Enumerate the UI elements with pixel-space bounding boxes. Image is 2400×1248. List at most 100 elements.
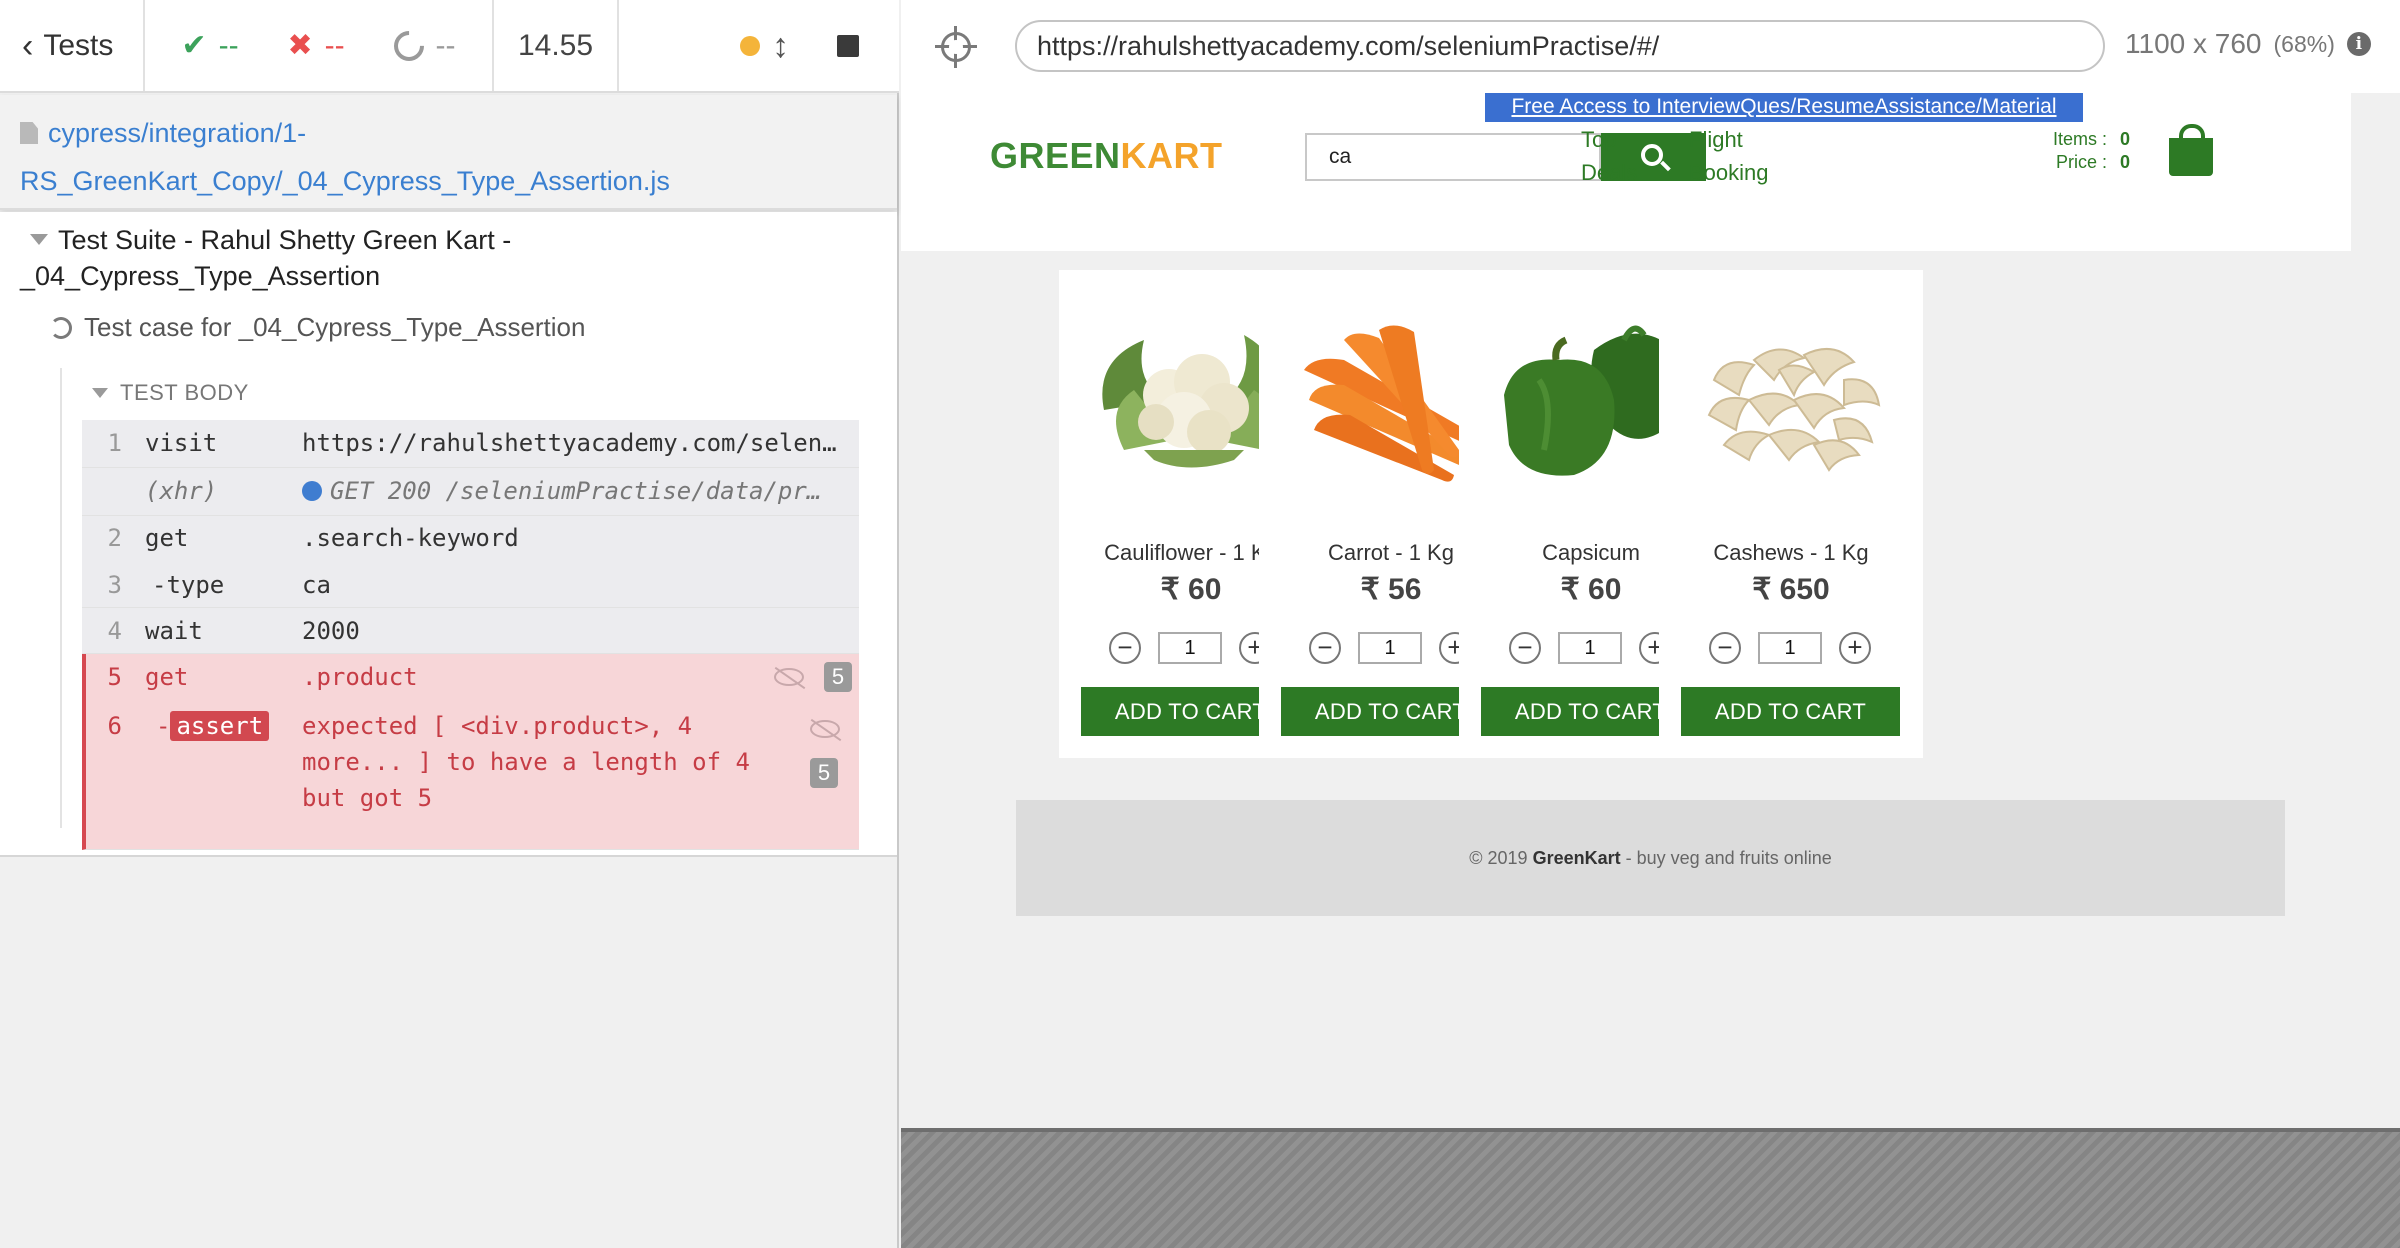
quantity-input[interactable]: 1 (1158, 632, 1222, 664)
command-number: 5 (107, 663, 122, 691)
nav-flight-line2: Booking (1689, 160, 1769, 185)
nav-top-deals-line2: Deals (1581, 160, 1638, 185)
command-prefix: - (156, 712, 171, 740)
viewport-scale: (68%) (2273, 30, 2335, 57)
running-indicator-icon (740, 35, 760, 56)
eye-slash-icon (774, 668, 804, 686)
quantity-input[interactable]: 1 (1758, 632, 1822, 664)
cashews-image (1707, 347, 1881, 472)
cart-items-label: Items (2053, 129, 2098, 149)
test-stats: ✔ -- ✖ -- -- (145, 0, 494, 91)
spec-path-line2[interactable]: RS_GreenKart_Copy/_04_Cypress_Type_Asser… (20, 157, 877, 205)
site-header: Free Access to InterviewQues/ResumeAssis… (901, 93, 2351, 251)
chevron-left-icon: ‹ (22, 26, 34, 65)
command-row-failed[interactable]: 6 - assert expected [ <div.product>, 4 mo… (82, 700, 859, 850)
product-price: ₹ 650 (1752, 573, 1830, 606)
decrement-button[interactable]: − (1709, 632, 1741, 664)
element-count-badge: 5 (824, 662, 852, 692)
footer-brand: GreenKart (1532, 848, 1621, 868)
promo-link[interactable]: Free Access to InterviewQues/ResumeAssis… (1485, 93, 2083, 122)
add-to-cart-button[interactable]: ADD TO CART (1681, 687, 1900, 736)
nav-top-deals[interactable]: Top Deals (1581, 123, 1637, 189)
cart-bag-icon[interactable] (2169, 124, 2213, 176)
suite-title[interactable]: Test Suite - Rahul Shetty Green Kart - _… (20, 222, 580, 294)
quantity-input[interactable]: 1 (1558, 632, 1622, 664)
runner-toolbar: ‹ Tests ✔ -- ✖ -- -- 14.55 ↕ (0, 0, 899, 93)
nav-flight-booking[interactable]: Flight Booking (1689, 123, 1769, 189)
stop-button[interactable] (837, 34, 859, 57)
pending-count: -- (435, 28, 456, 62)
command-row-failed[interactable]: 5 get .product 5 (82, 654, 859, 700)
command-row[interactable]: 1 visit https://rahulshettyacademy.com/s… (82, 420, 859, 468)
tests-label: Tests (43, 28, 114, 62)
cypress-runner: ‹ Tests ✔ -- ✖ -- -- 14.55 ↕ cypress/integ… (0, 0, 899, 1248)
command-number: 1 (107, 429, 122, 457)
passed-stat: ✔ -- (181, 28, 238, 63)
failed-stat: ✖ -- (288, 28, 345, 63)
viewport-size: 1100 x 760 (2125, 28, 2262, 59)
nav-flight-line1: Flight (1689, 127, 1743, 152)
increment-button[interactable]: + (1839, 632, 1871, 664)
pending-icon (387, 24, 430, 67)
command-list: 1 visit https://rahulshettyacademy.com/s… (82, 420, 859, 850)
search-input[interactable]: ca (1305, 133, 1601, 181)
url-bar[interactable]: https://rahulshettyacademy.com/seleniumP… (1015, 20, 2105, 72)
product-card: Cashews - 1 Kg ₹ 650 − 1 + ADD TO CART (1659, 270, 1923, 758)
nav-top-deals-line1: Top (1581, 127, 1617, 152)
test-title[interactable]: Test case for _04_Cypress_Type_Assertion (50, 312, 585, 343)
xhr-status-icon (302, 481, 322, 501)
pending-stat: -- (387, 24, 456, 67)
runner-controls: ↕ (619, 0, 899, 91)
tests-back-button[interactable]: ‹ Tests (0, 0, 145, 91)
failed-count: -- (324, 28, 345, 62)
aut-header: https://rahulshettyacademy.com/seleniumP… (901, 0, 2400, 93)
test-body-header[interactable]: TEST BODY (92, 380, 249, 406)
cart-price-label: Price (2056, 152, 2098, 172)
footer-tagline: - buy veg and fruits online (1620, 848, 1832, 868)
footer-copyright: © 2019 (1469, 848, 1533, 868)
auto-scroll-icon[interactable]: ↕ (772, 29, 789, 63)
caret-down-icon (92, 388, 108, 398)
assertion-message: expected [ <div.product>, 4 more... ] to… (302, 712, 750, 812)
command-name: -type (152, 571, 225, 599)
logo-green-text: GREEN (990, 135, 1121, 176)
command-message: .product (302, 663, 418, 691)
body-divider (60, 368, 62, 828)
command-row[interactable]: 2 get .search-keyword (82, 516, 859, 562)
command-message: https://rahulshettyacademy.com/selen… (302, 429, 837, 457)
decrement-button[interactable]: − (1109, 632, 1141, 664)
decrement-button[interactable]: − (1309, 632, 1341, 664)
x-icon: ✖ (287, 29, 313, 62)
greenkart-logo[interactable]: GREENKART (990, 135, 1223, 177)
command-number: 4 (107, 617, 122, 645)
spec-file-path[interactable]: cypress/integration/1- RS_GreenKart_Copy… (0, 95, 897, 210)
viewport-info: 1100 x 760 (68%) i (2125, 28, 2371, 60)
command-row[interactable]: 3 -type ca (82, 562, 859, 608)
running-spinner-icon (50, 316, 72, 339)
quantity-input[interactable]: 1 (1358, 632, 1422, 664)
command-message: .search-keyword (302, 524, 519, 552)
command-name: get (145, 663, 189, 691)
selector-playground-icon[interactable] (935, 26, 977, 68)
site-footer: © 2019 GreenKart - buy veg and fruits on… (1016, 800, 2285, 916)
cart-items-value: 0 (2120, 129, 2131, 149)
command-name: wait (145, 617, 203, 645)
duration: 14.55 (494, 0, 619, 91)
logo-orange-text: KART (1120, 135, 1223, 176)
aut-background-area (901, 1128, 2400, 1248)
eye-slash-icon (810, 720, 840, 738)
element-count-badge: 5 (810, 758, 838, 788)
spec-path-line1[interactable]: cypress/integration/1- (48, 118, 306, 148)
search-icon (1640, 144, 1663, 166)
command-message: ca (302, 571, 331, 599)
caret-down-icon (30, 234, 48, 245)
check-icon: ✔ (181, 29, 207, 62)
decrement-button[interactable]: − (1509, 632, 1541, 664)
cart-price-value: 0 (2120, 152, 2131, 172)
info-icon[interactable]: i (2346, 32, 2371, 56)
xhr-message: GET 200 /seleniumPractise/data/pr… (330, 477, 822, 505)
command-row[interactable]: (xhr) GET 200 /seleniumPractise/data/pr… (82, 468, 859, 516)
command-row[interactable]: 4 wait 2000 (82, 608, 859, 654)
command-message: GET 200 /seleniumPractise/data/pr… (302, 468, 842, 514)
assert-badge: assert (170, 711, 270, 741)
